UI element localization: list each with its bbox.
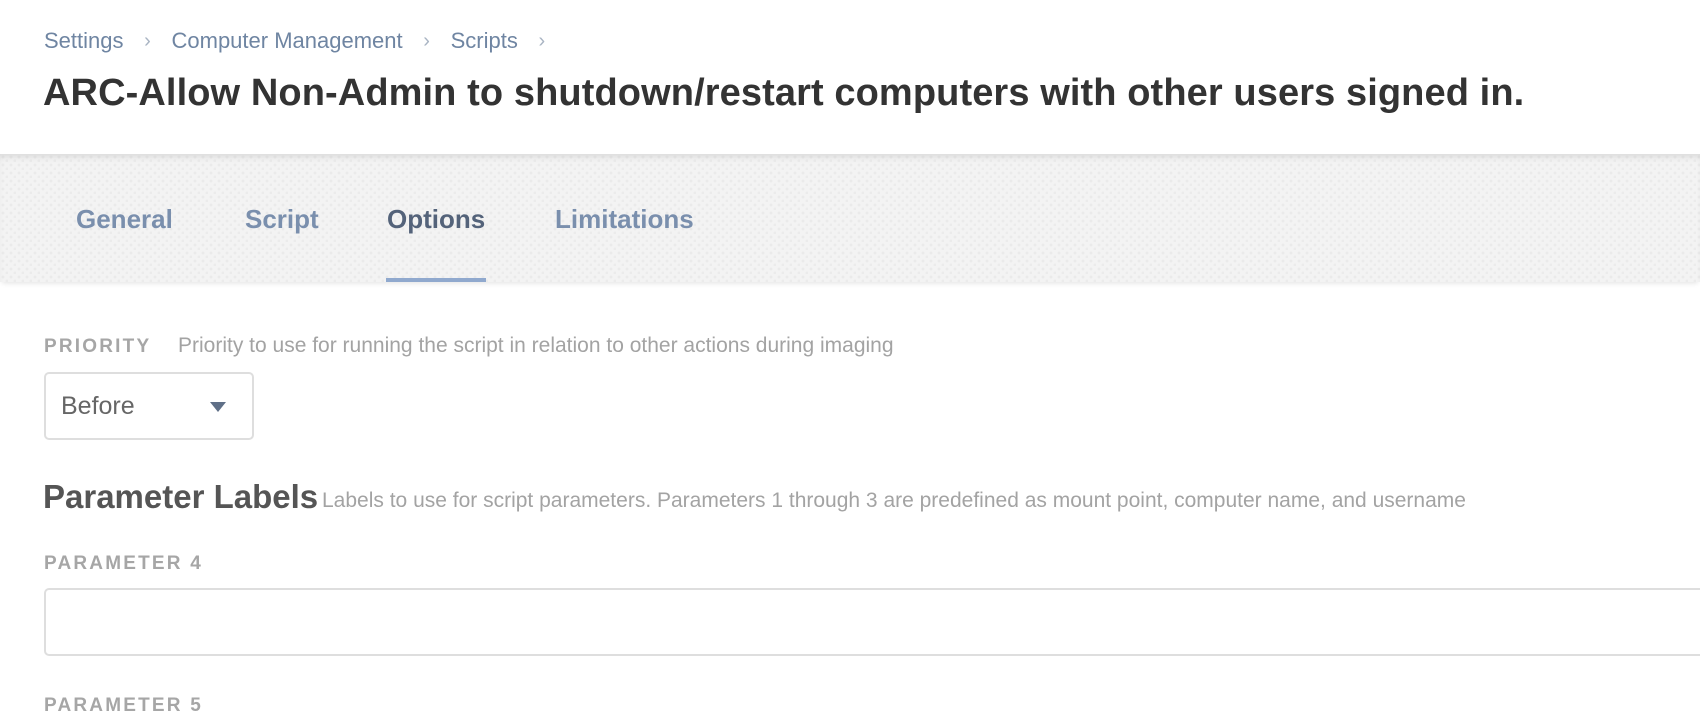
parameter-labels-heading: Parameter Labels bbox=[43, 478, 319, 515]
page: Settings › Computer Management › Scripts… bbox=[0, 0, 1700, 722]
parameter-4-input[interactable] bbox=[44, 588, 1700, 656]
tab-bar: General Script Options Limitations bbox=[0, 154, 1700, 282]
tab-general[interactable]: General bbox=[76, 204, 173, 235]
tab-script[interactable]: Script bbox=[245, 204, 319, 235]
chevron-right-icon: › bbox=[538, 29, 546, 52]
chevron-right-icon: › bbox=[423, 29, 430, 52]
tab-limitations[interactable]: Limitations bbox=[555, 204, 694, 235]
breadcrumb-scripts-link[interactable]: Scripts bbox=[451, 28, 518, 54]
parameter-5-label: PARAMETER 5 bbox=[44, 695, 203, 716]
breadcrumb: Settings › Computer Management › Scripts… bbox=[44, 28, 566, 54]
tab-options[interactable]: Options bbox=[387, 204, 485, 235]
breadcrumb-settings-link[interactable]: Settings bbox=[44, 28, 124, 54]
priority-label: PRIORITY bbox=[44, 336, 152, 357]
page-header: Settings › Computer Management › Scripts… bbox=[0, 0, 1700, 152]
breadcrumb-computer-management-link[interactable]: Computer Management bbox=[172, 28, 403, 54]
priority-select[interactable]: Before bbox=[44, 372, 254, 440]
chevron-right-icon: › bbox=[144, 29, 151, 52]
parameter-4-label: PARAMETER 4 bbox=[44, 553, 203, 574]
caret-down-icon bbox=[210, 402, 226, 412]
page-title: ARC-Allow Non-Admin to shutdown/restart … bbox=[43, 72, 1525, 114]
parameter-labels-help-text: Labels to use for script parameters. Par… bbox=[322, 489, 1466, 512]
priority-help-text: Priority to use for running the script i… bbox=[178, 334, 894, 357]
priority-selected-value: Before bbox=[61, 392, 135, 420]
active-tab-indicator bbox=[386, 278, 486, 282]
